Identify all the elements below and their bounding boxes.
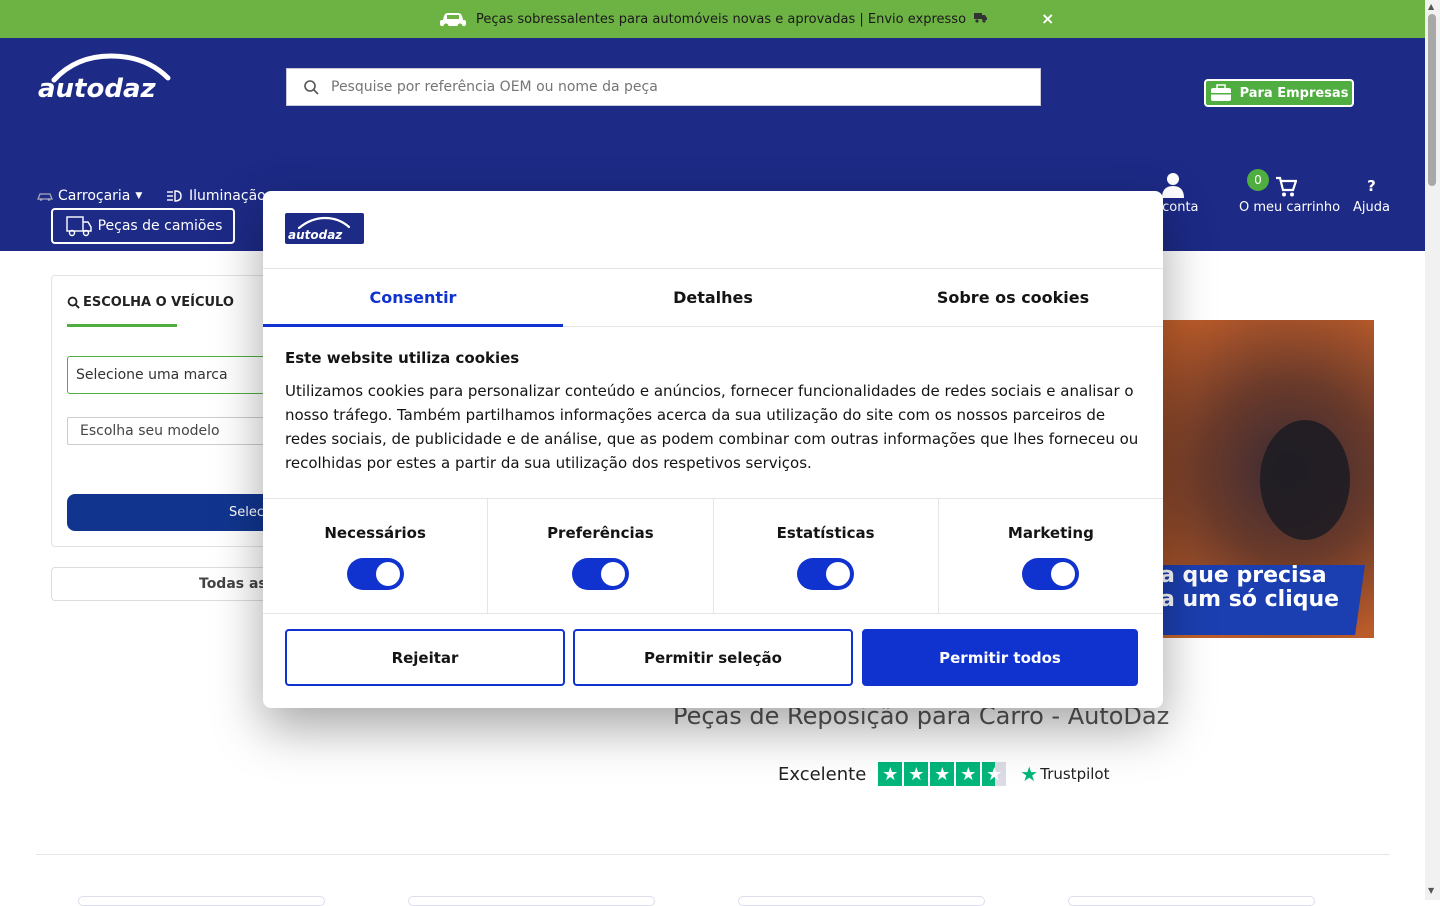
reject-button[interactable]: Rejeitar xyxy=(285,629,565,686)
rating-stars: ★ ★ ★ ★ ★ xyxy=(878,762,1008,786)
nav-carrocaria[interactable]: Carroçaria ▼ xyxy=(36,188,142,204)
svg-text:autodaz: autodaz xyxy=(288,228,343,242)
promo-bar: Peças sobressalentes para automóveis nov… xyxy=(0,0,1425,38)
nav-carrocaria-label: Carroçaria xyxy=(58,188,131,204)
necessarios-toggle[interactable] xyxy=(346,558,404,590)
cart-link[interactable]: O meu carrinho xyxy=(1239,172,1340,215)
trustpilot-logo: ★ Trustpilot xyxy=(1020,762,1109,786)
help-link[interactable]: ? Ajuda xyxy=(1353,172,1390,215)
vehicle-selector-title: ESCOLHA O VEÍCULO xyxy=(67,295,234,310)
title-underline xyxy=(67,324,177,327)
scrollbar-thumb[interactable] xyxy=(1428,14,1436,186)
category-card[interactable] xyxy=(78,896,325,906)
trustpilot-label: Trustpilot xyxy=(1040,765,1110,783)
close-promo-button[interactable]: × xyxy=(1041,9,1054,28)
car-body-icon xyxy=(37,193,53,201)
user-icon xyxy=(1162,173,1184,198)
truck-icon xyxy=(65,216,92,237)
star-icon: ★ xyxy=(956,762,981,786)
autodaz-logo[interactable]: autodaz xyxy=(36,52,186,102)
banner-line-1: a que precisa xyxy=(1160,563,1327,588)
promo-banner[interactable]: a que precisa a um só clique xyxy=(1150,320,1374,638)
star-icon: ★ xyxy=(904,762,929,786)
category-label: Estatísticas xyxy=(776,524,875,542)
trustpilot-widget[interactable]: Excelente ★ ★ ★ ★ ★ ★ Trustpilot xyxy=(778,762,1109,786)
category-card[interactable] xyxy=(1068,896,1315,906)
marketing-toggle[interactable] xyxy=(1022,558,1080,590)
cart-icon xyxy=(1276,176,1297,197)
half-star-icon: ★ xyxy=(982,762,1007,786)
help-label: Ajuda xyxy=(1353,200,1390,215)
scroll-up-icon[interactable]: ▲ xyxy=(1428,2,1434,11)
category-preferencias: Preferências xyxy=(488,499,714,613)
truck-parts-button[interactable]: Peças de camiões xyxy=(51,208,235,244)
banner-line-2: a um só clique xyxy=(1160,587,1340,612)
nav-iluminacao-label: Iluminação xyxy=(189,188,266,204)
page-scrollbar[interactable]: ▲ ▼ xyxy=(1425,0,1440,900)
category-marketing: Marketing xyxy=(939,499,1163,613)
truck-parts-label: Peças de camiões xyxy=(97,218,223,234)
banner-image xyxy=(1260,420,1350,540)
tab-detalhes[interactable]: Detalhes xyxy=(563,269,863,326)
search-icon xyxy=(67,296,80,309)
category-label: Necessários xyxy=(324,524,426,542)
category-label: Marketing xyxy=(1007,524,1094,542)
trustpilot-star-icon: ★ xyxy=(1020,762,1039,786)
star-icon: ★ xyxy=(878,762,903,786)
promo-text: Peças sobressalentes para automóveis nov… xyxy=(475,11,967,27)
category-label: Preferências xyxy=(547,524,654,542)
business-button[interactable]: Para Empresas xyxy=(1204,79,1354,107)
cookie-description: Utilizamos cookies para personalizar con… xyxy=(285,382,1139,472)
category-estatisticas: Estatísticas xyxy=(714,499,939,613)
search-bar[interactable] xyxy=(286,68,1041,106)
category-necessarios: Necessários xyxy=(263,499,489,613)
category-card[interactable] xyxy=(408,896,655,906)
preferencias-toggle[interactable] xyxy=(571,558,629,590)
cart-label: O meu carrinho xyxy=(1239,200,1341,215)
search-input[interactable] xyxy=(329,78,1023,96)
select-vehicle-label: Selec xyxy=(229,505,265,520)
estatisticas-toggle[interactable] xyxy=(797,558,855,590)
tab-consentir[interactable]: Consentir xyxy=(263,269,563,327)
consent-tabs: Consentir Detalhes Sobre os cookies xyxy=(263,268,1163,327)
star-icon: ★ xyxy=(930,762,955,786)
nav-iluminacao[interactable]: Iluminação xyxy=(165,188,266,204)
cookie-heading: Este website utiliza cookies xyxy=(285,349,520,367)
vehicle-selector-title-text: ESCOLHA O VEÍCULO xyxy=(83,295,234,310)
divider xyxy=(36,854,1390,855)
headlight-icon xyxy=(167,190,182,202)
rating-label: Excelente xyxy=(778,763,867,785)
scroll-down-icon[interactable]: ▼ xyxy=(1428,886,1434,895)
search-icon xyxy=(304,80,319,95)
truck-icon xyxy=(974,12,988,26)
allow-all-button[interactable]: Permitir todos xyxy=(862,629,1138,686)
cookie-categories: Necessários Preferências Estatísticas Ma… xyxy=(263,498,1163,614)
allow-selection-button[interactable]: Permitir seleção xyxy=(573,629,853,686)
briefcase-icon xyxy=(1210,84,1231,101)
chevron-down-icon: ▼ xyxy=(135,191,143,201)
autodaz-logo: autodaz xyxy=(285,213,364,244)
svg-text:autodaz: autodaz xyxy=(38,74,157,102)
help-icon: ? xyxy=(1367,177,1376,195)
business-label: Para Empresas xyxy=(1239,85,1349,101)
car-icon xyxy=(439,13,466,29)
tab-sobre-cookies[interactable]: Sobre os cookies xyxy=(863,269,1163,326)
cookie-consent-dialog: autodaz Consentir Detalhes Sobre os cook… xyxy=(263,191,1163,708)
category-card[interactable] xyxy=(738,896,985,906)
